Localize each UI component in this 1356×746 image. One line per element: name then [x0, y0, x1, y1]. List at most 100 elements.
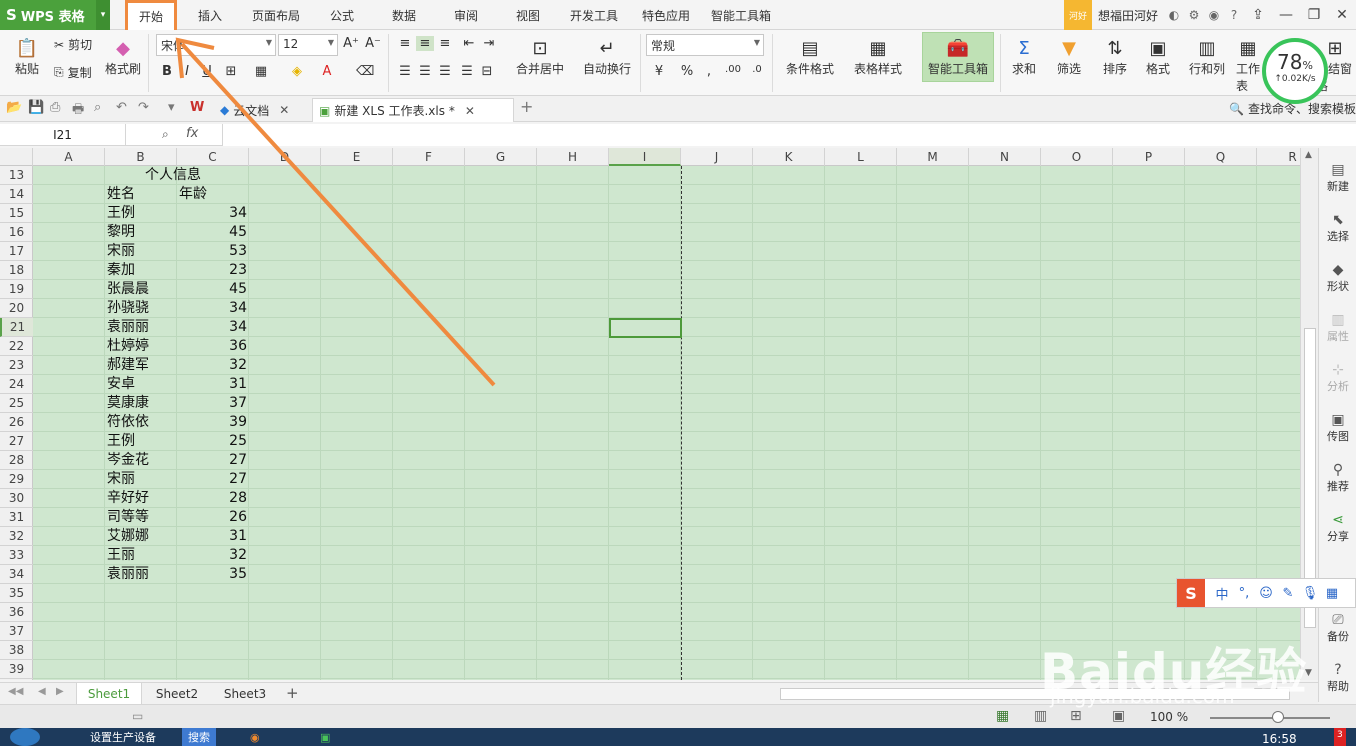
name-cell[interactable]: 王例 — [107, 204, 135, 223]
align-right-icon[interactable]: ☰ — [436, 64, 454, 79]
sort-button[interactable]: ⇅ 排序 — [1094, 36, 1136, 77]
normal-view-icon[interactable]: ▦ — [996, 708, 1009, 724]
border-icon[interactable]: ⊞ — [222, 64, 240, 79]
zoom-icon[interactable]: ⌕ — [162, 127, 169, 142]
sum-button[interactable]: Σ 求和 — [1004, 36, 1044, 77]
page-layout-view-icon[interactable]: ⊞ — [1070, 708, 1082, 724]
column-header[interactable]: F — [393, 148, 465, 166]
row-header[interactable]: 34 — [0, 565, 33, 584]
currency-icon[interactable]: ¥ — [650, 64, 668, 79]
row-header[interactable]: 16 — [0, 223, 33, 242]
column-header[interactable]: P — [1113, 148, 1185, 166]
fill-color-icon[interactable]: ◈ — [288, 64, 306, 79]
sidebar-item-analysis[interactable]: ⊹ 分析 — [1319, 362, 1356, 394]
column-header[interactable]: B — [105, 148, 177, 166]
smart-toolbox-button[interactable]: 🧰 智能工具箱 — [924, 36, 992, 77]
print-icon[interactable]: 🖶 — [72, 100, 84, 122]
chevron-down-icon[interactable]: ▾ — [168, 100, 175, 115]
clock[interactable]: 16:58 — [1262, 728, 1297, 746]
undo-icon[interactable]: ↶ — [116, 100, 127, 115]
format-button[interactable]: ▣ 格式 — [1138, 36, 1178, 77]
sidebar-item-new[interactable]: ▤ 新建 — [1319, 162, 1356, 194]
decrease-font-icon[interactable]: A⁻ — [364, 36, 382, 51]
decrease-decimal-icon[interactable]: .0 — [748, 64, 766, 75]
italic-button[interactable]: I — [178, 64, 196, 79]
name-cell[interactable]: 莫康康 — [107, 394, 149, 413]
column-header[interactable]: N — [969, 148, 1041, 166]
name-cell[interactable]: 艾娜娜 — [107, 527, 149, 546]
align-top-icon[interactable]: ≡ — [396, 36, 414, 51]
tab-page-layout[interactable]: 页面布局 — [246, 0, 306, 30]
column-header[interactable]: A — [33, 148, 105, 166]
name-cell[interactable]: 袁丽丽 — [107, 565, 149, 584]
clear-format-icon[interactable]: ⌫ — [356, 64, 374, 79]
row-header[interactable]: 29 — [0, 470, 33, 489]
name-cell[interactable]: 王例 — [107, 432, 135, 451]
age-cell[interactable]: 32 — [177, 546, 247, 565]
conditional-format-button[interactable]: ▤ 条件格式 — [778, 36, 842, 77]
next-sheet-icon[interactable]: ▶ — [56, 686, 64, 697]
name-cell[interactable]: 岑金花 — [107, 451, 149, 470]
row-header[interactable]: 38 — [0, 641, 33, 660]
open-icon[interactable]: 📂 — [6, 100, 22, 115]
filter-button[interactable]: ▼ 筛选 — [1048, 36, 1090, 77]
tab-cloud-docs[interactable]: ◆ 云文档 ✕ — [214, 98, 295, 122]
prev-sheet-icon[interactable]: ◀ — [38, 686, 46, 697]
microphone-icon[interactable]: 🎙 — [1299, 586, 1321, 601]
age-cell[interactable]: 35 — [177, 565, 247, 584]
age-cell[interactable]: 34 — [177, 299, 247, 318]
wrap-text-button[interactable]: ↵ 自动换行 — [578, 36, 636, 77]
age-cell[interactable]: 34 — [177, 204, 247, 223]
redo-icon[interactable]: ↷ — [138, 100, 149, 115]
header-cell-name[interactable]: 姓名 — [107, 185, 135, 204]
age-cell[interactable]: 31 — [177, 375, 247, 394]
close-icon[interactable]: ✕ — [465, 104, 475, 118]
emoji-icon[interactable]: ☺ — [1255, 586, 1277, 601]
increase-font-icon[interactable]: A⁺ — [342, 36, 360, 51]
app-menu-dropdown-icon[interactable]: ▾ — [96, 0, 110, 30]
font-color-icon[interactable]: A — [318, 64, 336, 79]
copy-button[interactable]: ⎘ 复制 — [54, 64, 92, 81]
sidebar-item-recommend[interactable]: ⚲ 推荐 — [1319, 462, 1356, 494]
row-header[interactable]: 26 — [0, 413, 33, 432]
sheet-tab-2[interactable]: Sheet2 — [144, 683, 210, 705]
minimize-button[interactable]: — — [1272, 7, 1300, 23]
align-left-icon[interactable]: ☰ — [396, 64, 414, 79]
print-preview-icon[interactable]: ⌕ — [94, 100, 101, 115]
tab-view[interactable]: 视图 — [504, 0, 552, 30]
distributed-icon[interactable]: ⊟ — [478, 64, 496, 79]
age-cell[interactable]: 32 — [177, 356, 247, 375]
taskbar-item-settings[interactable]: 设置生产设备 — [90, 728, 156, 746]
row-header[interactable]: 13 — [0, 166, 33, 185]
tab-formulas[interactable]: 公式 — [318, 0, 366, 30]
page-break-view-icon[interactable]: ▥ — [1034, 708, 1047, 724]
tab-special[interactable]: 特色应用 — [634, 0, 698, 30]
zoom-level[interactable]: 100 % — [1150, 710, 1188, 724]
app-menu-button[interactable]: S WPS 表格 ▾ — [0, 0, 110, 30]
age-cell[interactable]: 28 — [177, 489, 247, 508]
age-cell[interactable]: 31 — [177, 527, 247, 546]
align-bottom-icon[interactable]: ≡ — [436, 36, 454, 51]
toolbox-grid-icon[interactable]: ▦ — [1321, 586, 1343, 601]
skin-icon[interactable]: ◐ — [1164, 8, 1184, 22]
row-header[interactable]: 32 — [0, 527, 33, 546]
name-cell[interactable]: 安卓 — [107, 375, 135, 394]
export-pdf-icon[interactable]: ⎙ — [50, 100, 60, 115]
name-cell[interactable]: 辛好好 — [107, 489, 149, 508]
scroll-up-icon[interactable]: ▲ — [1305, 150, 1312, 160]
font-name-select[interactable]: 宋体 ▼ — [156, 34, 276, 56]
name-cell[interactable]: 司等等 — [107, 508, 149, 527]
age-cell[interactable]: 37 — [177, 394, 247, 413]
row-header[interactable]: 24 — [0, 375, 33, 394]
font-size-select[interactable]: 12 ▼ — [278, 34, 338, 56]
age-cell[interactable]: 27 — [177, 470, 247, 489]
row-header[interactable]: 15 — [0, 204, 33, 223]
close-icon[interactable]: ✕ — [279, 103, 289, 117]
wechat-icon[interactable]: ▣ — [320, 728, 330, 746]
sidebar-item-share[interactable]: ⋖ 分享 — [1319, 512, 1356, 544]
handwriting-icon[interactable]: ✎ — [1277, 586, 1299, 601]
row-header[interactable]: 37 — [0, 622, 33, 641]
row-header[interactable]: 25 — [0, 394, 33, 413]
close-button[interactable]: ✕ — [1328, 7, 1356, 23]
upload-icon[interactable]: ⇪ — [1244, 7, 1272, 23]
